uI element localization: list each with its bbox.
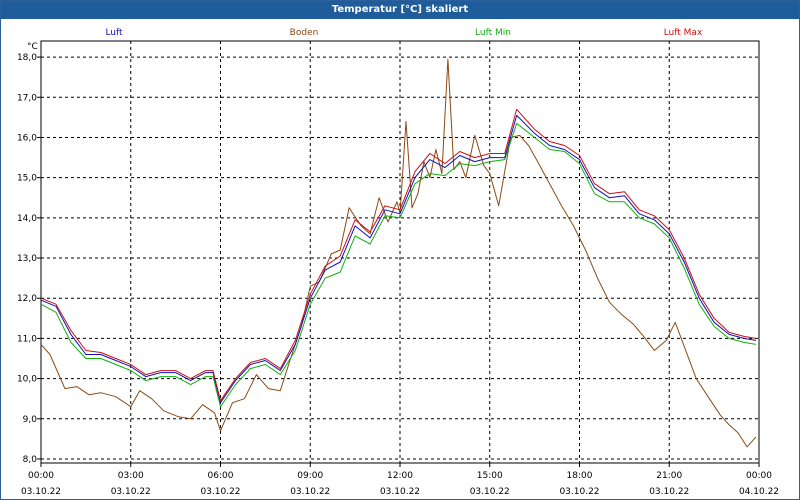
temperature-chart: °C18,0 17,0 16,0 15,0 14,0 13,0 12,0 11,0 10,0 9,…: [17, 28, 779, 497]
x-tick-time-label: 00:00: [28, 471, 54, 481]
x-tick-time-label: 03:00: [118, 471, 144, 481]
x-tick-time-label: 15:00: [477, 471, 503, 481]
legend: Luft Boden Luft Min Luft Max: [105, 28, 703, 38]
y-tick-label: 8,0: [23, 455, 38, 465]
y-tick-label: 12,0: [17, 294, 37, 304]
y-tick-label: 9,0: [23, 415, 38, 425]
x-tick-date-label: 03.10.22: [649, 487, 689, 497]
legend-entry-luft-min: Luft Min: [475, 28, 511, 38]
legend-entry-boden: Boden: [290, 28, 319, 38]
y-tick-label: 18,0: [17, 53, 37, 63]
x-tick-date-label: 03.10.22: [559, 487, 599, 497]
x-tick-time-label: 06:00: [208, 471, 234, 481]
series-line-boden: [40, 58, 757, 448]
x-tick-time-label: 18:00: [567, 471, 593, 481]
axis-layer: °C18,0 17,0 16,0 15,0 14,0 13,0 12,0 11,0 10,0 9,…: [17, 42, 779, 497]
x-tick-date-label: 03.10.22: [21, 487, 61, 497]
y-tick-label: 13,0: [17, 254, 37, 264]
y-tick-label: 16,0: [17, 133, 37, 143]
y-axis-unit-label: °C: [27, 42, 38, 52]
x-tick-date-label: 03.10.22: [111, 487, 151, 497]
x-tick-date-label: 03.10.22: [470, 487, 510, 497]
legend-entry-luft: Luft: [105, 28, 123, 38]
series-line-luft: [40, 114, 757, 404]
x-tick-time-label: 12:00: [387, 471, 413, 481]
series-line-luft-min: [40, 122, 757, 408]
x-tick-time-label: 21:00: [656, 471, 682, 481]
x-tick-date-label: 03.10.22: [380, 487, 420, 497]
y-tick-label: 11,0: [17, 334, 37, 344]
x-tick-time-label: 00:00: [746, 471, 772, 481]
grid-layer: [41, 41, 759, 463]
chart-window: Temperatur [°C] skaliert °C 18,0 17,0 16,0 1…: [0, 0, 800, 500]
y-tick-label: 10,0: [17, 375, 37, 385]
x-tick-date-label: 04.10.22: [739, 487, 779, 497]
y-tick-label: 15,0: [17, 174, 37, 184]
y-tick-label: 14,0: [17, 214, 37, 224]
y-tick-label: 17,0: [17, 93, 37, 103]
x-tick-date-label: 03.10.22: [200, 487, 240, 497]
legend-entry-luft-max: Luft Max: [664, 28, 703, 38]
x-tick-time-label: 09:00: [297, 471, 323, 481]
x-tick-date-label: 03.10.22: [290, 487, 330, 497]
series-line-luft-max: [40, 108, 757, 402]
series-layer: [40, 58, 757, 448]
